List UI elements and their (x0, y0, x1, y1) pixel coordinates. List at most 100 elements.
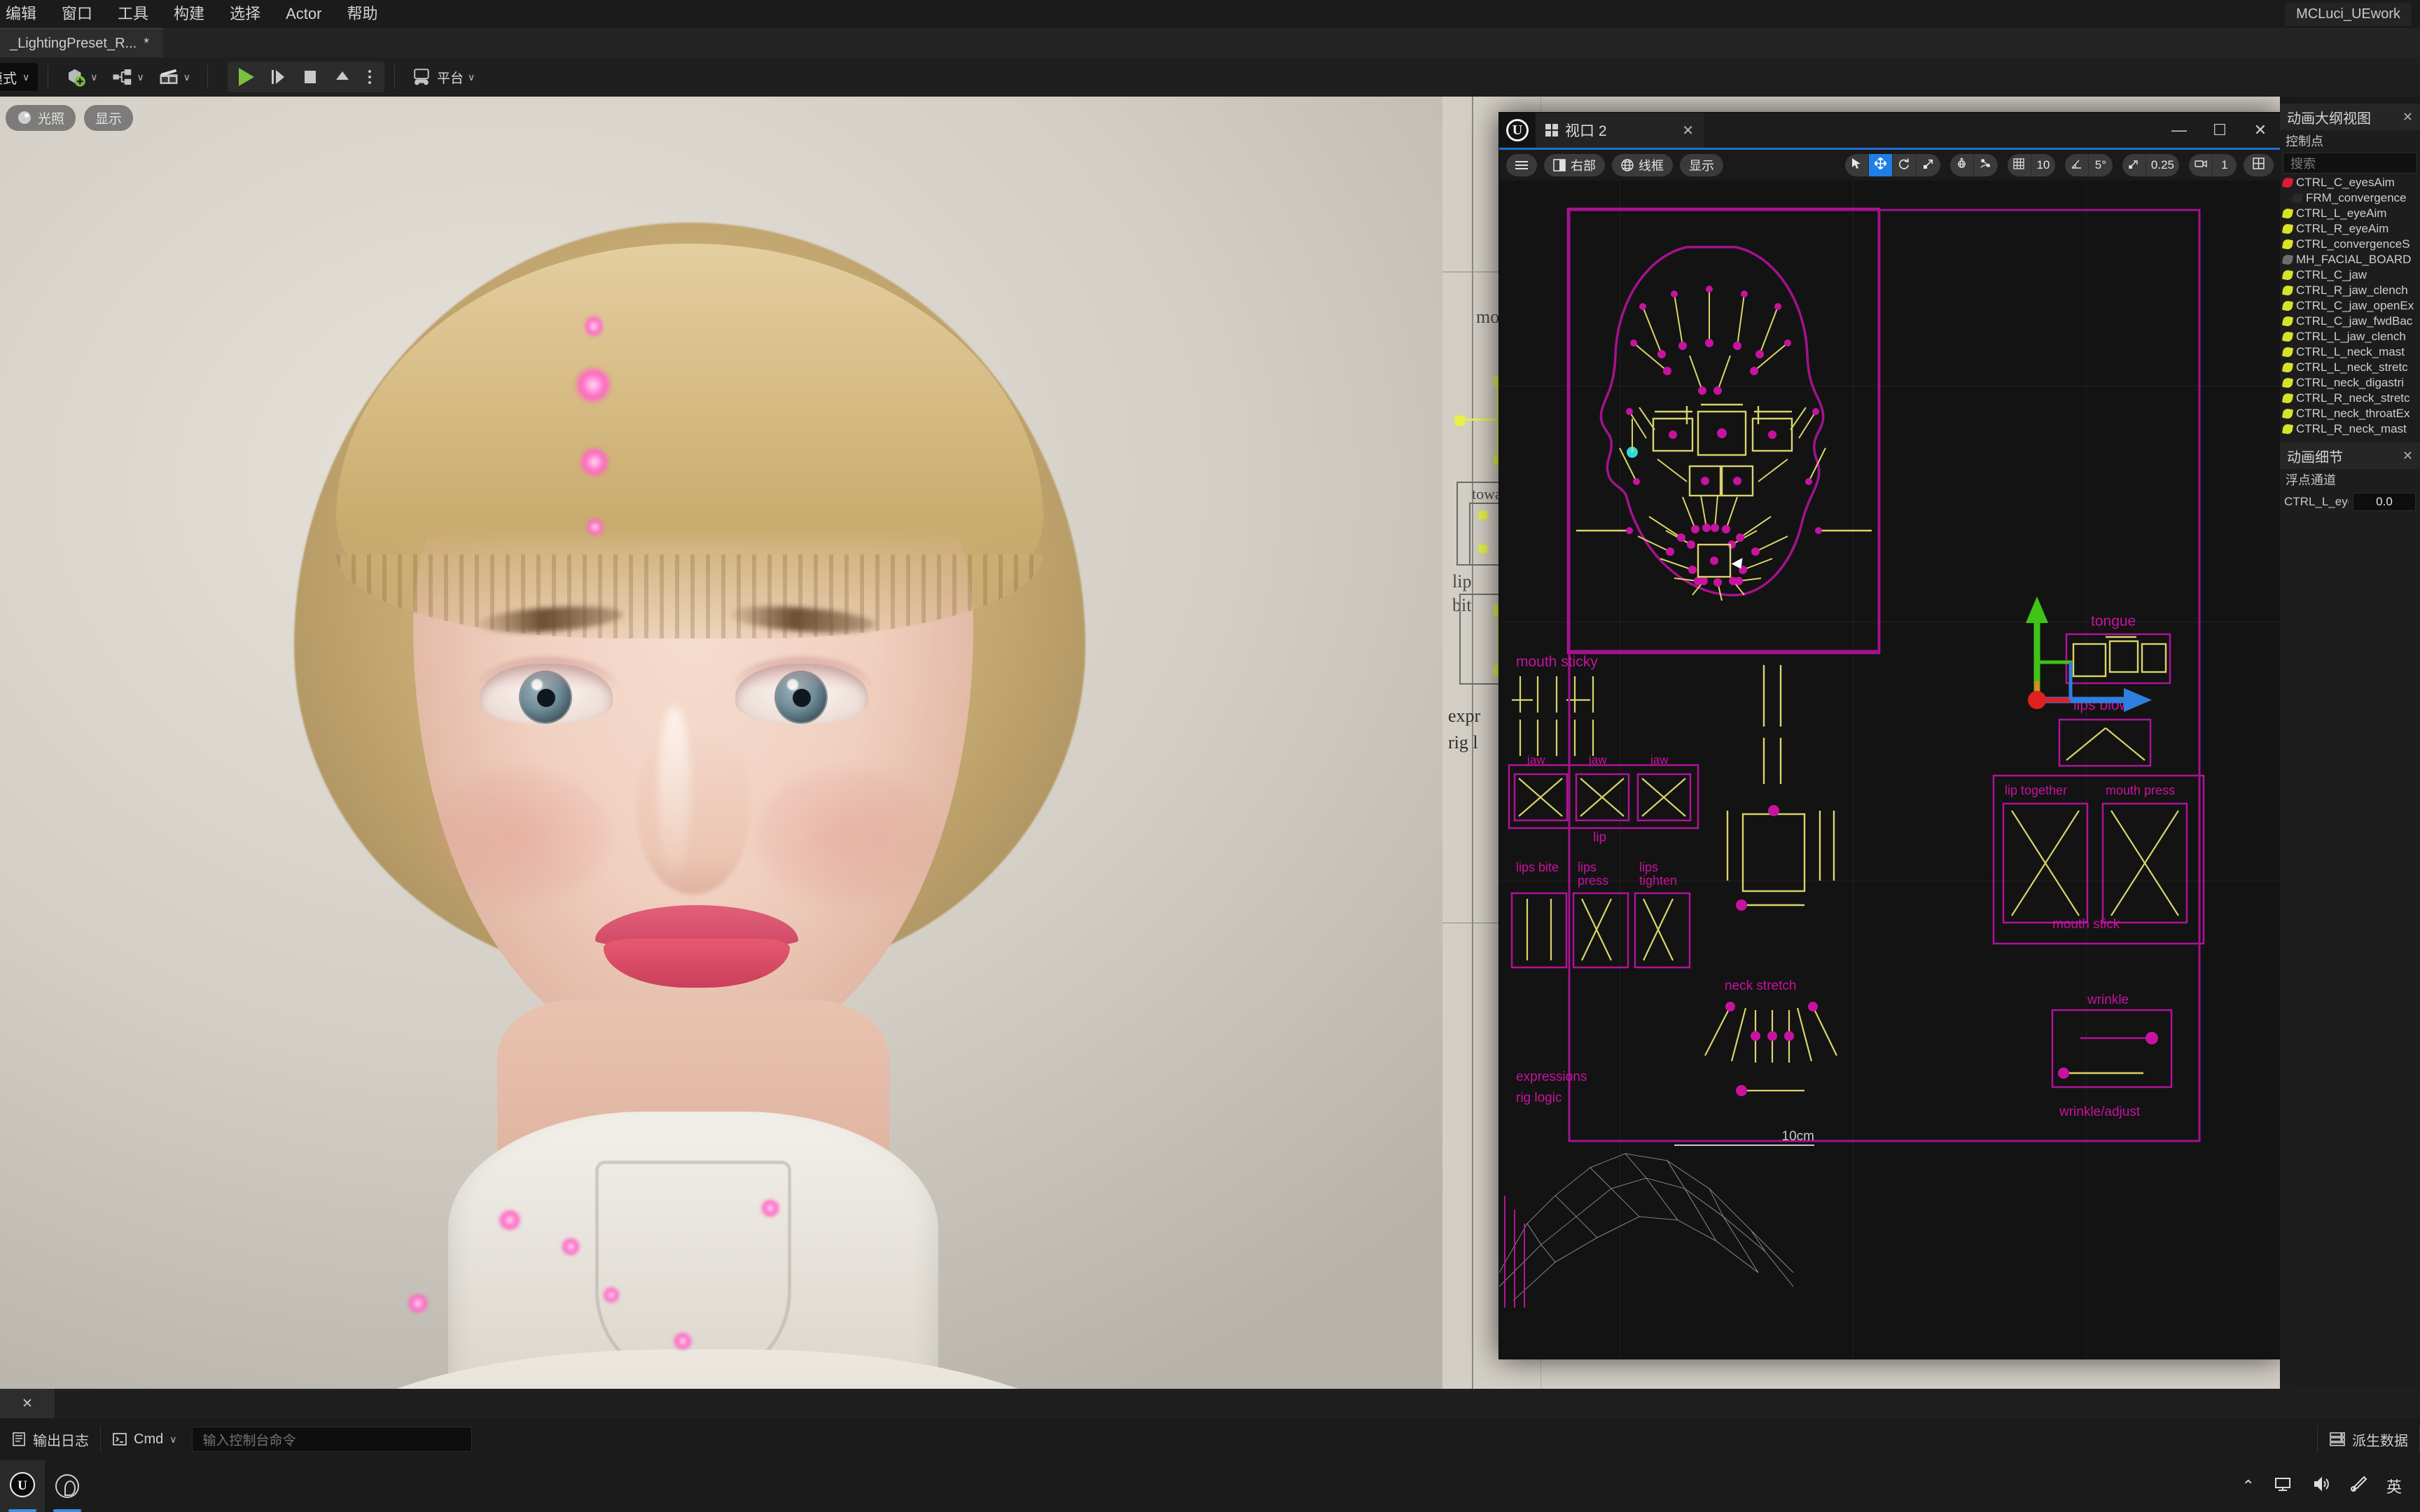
search-placeholder: 搜索 (2290, 157, 2316, 171)
angle-snap-value[interactable]: 5° (2089, 154, 2113, 176)
console-command-input[interactable]: 输入控制台命令 (192, 1427, 473, 1452)
scale-tool-button[interactable] (1917, 154, 1940, 176)
viewport-layout-button[interactable] (2244, 154, 2274, 176)
level-tab-label: _LightingPreset_R... (10, 35, 137, 51)
play-more-options-button[interactable] (359, 62, 380, 92)
menu-item-help[interactable]: 帮助 (334, 0, 390, 28)
step-button[interactable] (263, 62, 293, 92)
taskbar-app-unreal[interactable]: U (0, 1460, 45, 1512)
viewport-2-canvas[interactable]: mouth sticky tongue lips blow jaw jaw ja… (1499, 181, 2281, 1359)
platforms-button[interactable]: 平台 ∨ (405, 62, 482, 92)
viewport-show-flags-button[interactable]: 显示 (1680, 154, 1723, 176)
control-point-row[interactable]: CTRL_R_neck_stretc (2280, 391, 2420, 406)
floating-viewport-window[interactable]: U 视口 2 ✕ — ☐ ✕ 右部 线框 显示 10 5° 0.25 1 mou… (1498, 112, 2281, 1359)
tab-viewport-2[interactable]: 视口 2 ✕ (1536, 113, 1704, 148)
light-glow-dot (406, 1294, 430, 1313)
show-hidden-icons-chevron[interactable]: ⌃ (2242, 1477, 2255, 1495)
control-point-row[interactable]: CTRL_C_jaw_fwdBac (2280, 314, 2420, 329)
control-point-row[interactable]: FRM_convergence (2280, 190, 2420, 206)
grid-snap-group: 10 (2007, 154, 2055, 176)
lighting-toggle-button[interactable]: 光照 (6, 104, 76, 131)
world-coords-icon (1956, 158, 1968, 173)
floating-window-titlebar[interactable]: U 视口 2 ✕ — ☐ ✕ (1499, 113, 2281, 148)
grid-snap-toggle[interactable] (2008, 154, 2031, 176)
control-point-row[interactable]: CTRL_L_jaw_clench (2280, 329, 2420, 344)
menu-item-edit[interactable]: 编辑 (0, 0, 49, 28)
search-input[interactable]: 搜索 (2283, 153, 2417, 174)
blueprints-button[interactable]: ∨ (105, 62, 151, 92)
float-channel-value[interactable]: 0.0 (2353, 493, 2416, 511)
control-point-row[interactable]: CTRL_C_jaw_openEx (2280, 298, 2420, 314)
move-tool-button[interactable] (1868, 154, 1893, 176)
control-point-row[interactable]: CTRL_R_neck_mast (2280, 421, 2420, 437)
collar-garment (448, 1112, 938, 1389)
control-point-row[interactable]: CTRL_C_eyesAim (2280, 175, 2420, 190)
surface-snap-button[interactable] (1974, 154, 1998, 176)
control-point-row[interactable]: CTRL_R_jaw_clench (2280, 283, 2420, 298)
menu-item-actor[interactable]: Actor (273, 0, 334, 28)
viewport-view-type-button[interactable]: 右部 (1544, 154, 1605, 176)
bottom-tab-close[interactable]: ✕ (0, 1389, 55, 1418)
angle-snap-toggle[interactable] (2065, 154, 2089, 176)
control-point-row[interactable]: MH_FACIAL_BOARD (2280, 252, 2420, 267)
translate-gizmo[interactable] (2017, 580, 2164, 720)
viewport-options-menu-button[interactable] (1506, 154, 1537, 176)
stop-button[interactable] (295, 62, 326, 92)
chevron-down-icon: ∨ (169, 1433, 177, 1445)
eject-button[interactable] (327, 62, 358, 92)
chevron-down-icon: ∨ (183, 71, 190, 83)
rig-label: jaw (1650, 753, 1669, 766)
console-cmd-label: Cmd (134, 1431, 164, 1447)
close-icon[interactable]: ✕ (2402, 110, 2413, 125)
control-point-row[interactable]: CTRL_C_jaw (2280, 267, 2420, 283)
minimize-button[interactable]: — (2159, 121, 2199, 139)
control-point-row[interactable]: CTRL_neck_throatEx (2280, 406, 2420, 421)
control-point-color-icon (2281, 176, 2294, 189)
select-tool-button[interactable] (1845, 154, 1869, 176)
output-log-button[interactable]: 输出日志 (0, 1418, 100, 1460)
animation-details-header[interactable]: 动画细节 ✕ (2280, 442, 2420, 469)
menu-item-window[interactable]: 窗口 (49, 0, 105, 28)
play-button[interactable] (232, 62, 261, 92)
light-glow-dot (587, 517, 604, 538)
viewport-shading-mode-button[interactable]: 线框 (1612, 154, 1673, 176)
control-point-row[interactable]: CTRL_R_eyeAim (2280, 221, 2420, 237)
menu-item-select[interactable]: 选择 (217, 0, 273, 28)
animation-outliner-title: 动画大纲视图 (2287, 111, 2371, 127)
pen-input-icon[interactable] (2350, 1476, 2368, 1497)
close-icon[interactable]: ✕ (2402, 449, 2413, 463)
menu-item-build[interactable]: 构建 (161, 0, 217, 28)
control-point-row[interactable]: CTRL_L_neck_mast (2280, 344, 2420, 360)
control-point-row[interactable]: CTRL_convergenceS (2280, 237, 2420, 252)
volume-icon[interactable] (2312, 1476, 2332, 1497)
control-point-row[interactable]: CTRL_L_eyeAim (2280, 206, 2420, 221)
mode-dropdown[interactable]: 模式 ∨ (0, 63, 39, 91)
menu-item-tools[interactable]: 工具 (105, 0, 161, 28)
animation-outliner-header[interactable]: 动画大纲视图 ✕ (2280, 104, 2420, 130)
viewport-show-button[interactable]: 显示 (84, 104, 134, 131)
maximize-button[interactable]: ☐ (2199, 121, 2240, 139)
close-icon[interactable]: ✕ (2240, 121, 2281, 139)
network-icon[interactable] (2273, 1476, 2294, 1497)
level-tab[interactable]: _LightingPreset_R... * (0, 28, 164, 57)
add-actor-button[interactable]: ∨ (58, 62, 104, 92)
control-points-list[interactable]: CTRL_C_eyesAim FRM_convergence CTRL_L_eyeA… (2280, 175, 2420, 437)
cinematics-button[interactable]: ∨ (151, 62, 197, 92)
camera-speed-value[interactable]: 1 (2213, 154, 2237, 176)
right-dock: 动画大纲视图 ✕ 控制点 搜索 CTRL_C_eyesAim FRM_conver… (2280, 104, 2420, 1389)
taskbar-app-obs[interactable] (45, 1460, 90, 1512)
console-cmd-dropdown[interactable]: Cmd ∨ (101, 1418, 188, 1460)
close-icon[interactable]: ✕ (1682, 122, 1694, 139)
grid-snap-value[interactable]: 10 (2031, 154, 2055, 176)
camera-speed-toggle[interactable] (2189, 154, 2213, 176)
control-point-row[interactable]: CTRL_neck_digastri (2280, 375, 2420, 391)
scale-snap-value[interactable]: 0.25 (2146, 154, 2179, 176)
scale-snap-toggle[interactable] (2122, 154, 2146, 176)
world-space-button[interactable] (1950, 154, 1974, 176)
float-channel-property-row[interactable]: CTRL_L_eye... 0.0 (2280, 490, 2420, 514)
ime-indicator[interactable]: 英 (2386, 1475, 2402, 1497)
derived-data-button[interactable]: 派生数据 (2318, 1418, 2419, 1460)
control-point-row[interactable]: CTRL_L_neck_stretc (2280, 360, 2420, 375)
rotate-tool-button[interactable] (1893, 154, 1917, 176)
level-viewport[interactable] (0, 97, 1442, 1389)
